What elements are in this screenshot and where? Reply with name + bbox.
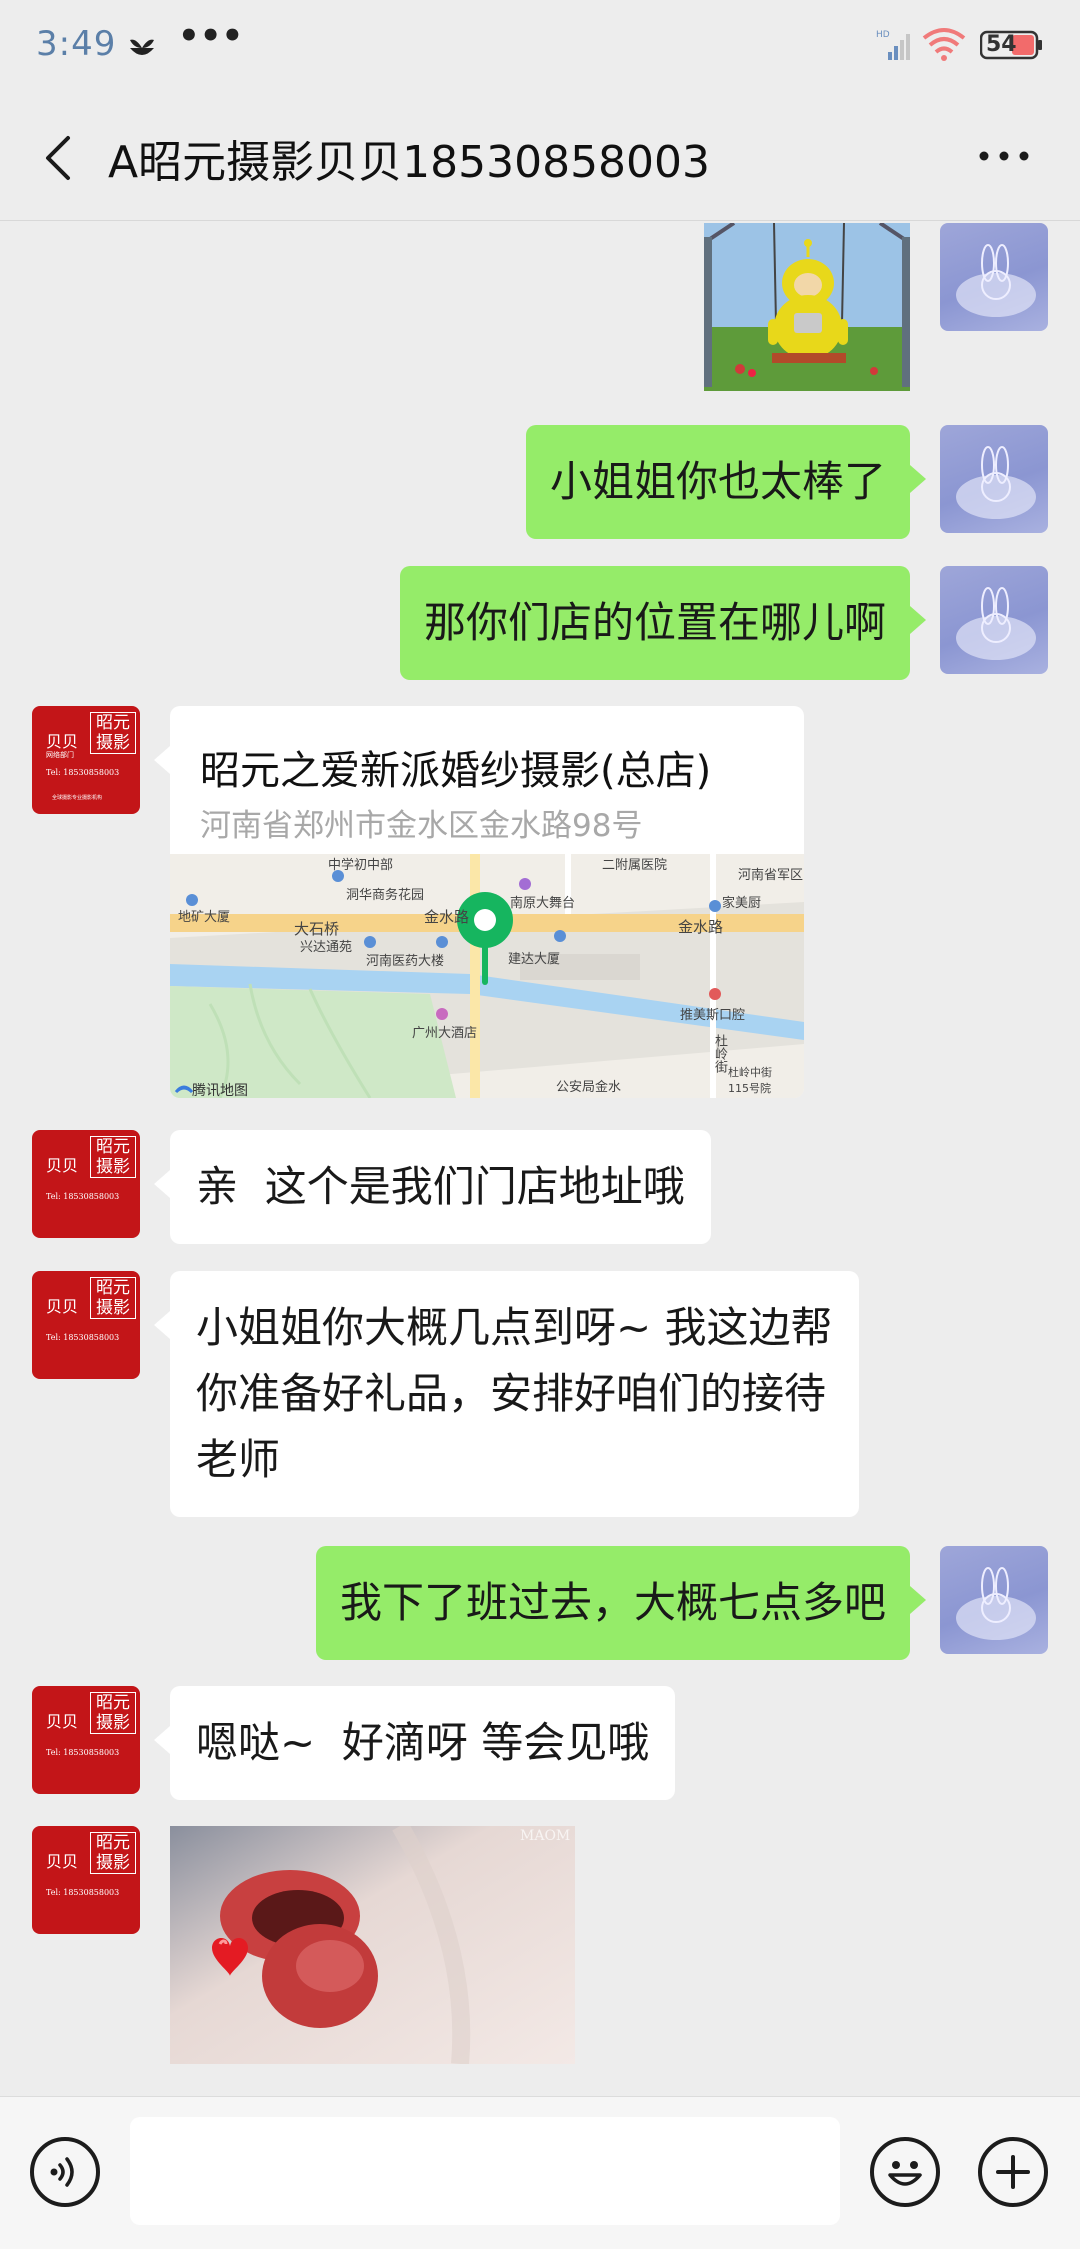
bubble-tail bbox=[154, 746, 170, 774]
more-dots-icon[interactable] bbox=[976, 136, 1032, 176]
map-label: 河南医药大楼 bbox=[366, 954, 445, 969]
signal-icon: HD bbox=[876, 28, 910, 66]
bunny-cloud-icon bbox=[956, 244, 1036, 317]
location-name: 昭元之爱新派婚纱摄影(总店) bbox=[200, 748, 712, 794]
avatar-name: 贝贝 bbox=[46, 732, 79, 751]
map-label: 兴达通苑 bbox=[300, 940, 353, 955]
my-avatar[interactable] bbox=[940, 1546, 1048, 1654]
input-bar bbox=[0, 2096, 1080, 2249]
avatar-name: 贝贝 bbox=[46, 1852, 79, 1871]
avatar-tel: Tel: 18530858003 bbox=[46, 1748, 120, 1757]
avatar-name: 贝贝 bbox=[46, 1156, 79, 1175]
avatar-name: 贝贝 bbox=[46, 1297, 79, 1316]
map-provider-label: 腾讯地图 bbox=[192, 1083, 248, 1098]
avatar-name: 贝贝 bbox=[46, 1712, 79, 1731]
map-label: 南原大舞台 bbox=[510, 896, 576, 911]
message-text: 那你们店的位置在哪儿啊 bbox=[423, 598, 886, 647]
location-address: 河南省郑州市金水区金水路98号 bbox=[200, 808, 643, 844]
message-input[interactable] bbox=[130, 2117, 840, 2225]
message-bubble-me[interactable]: 小姐姐你也太棒了 bbox=[525, 425, 910, 539]
status-dots: ••• bbox=[178, 16, 244, 56]
avatar-brand: 昭元 摄影 bbox=[90, 712, 136, 754]
message-text: 亲 这个是我们门店地址哦 bbox=[196, 1162, 685, 1211]
shop-avatar[interactable]: 昭元 摄影 贝贝 Tel: 18530858003 bbox=[32, 1271, 140, 1379]
bunny-cloud-icon bbox=[956, 587, 1036, 660]
status-time: 3:49 bbox=[36, 24, 117, 64]
map-label: 金水路 bbox=[678, 918, 724, 936]
map-label: 地矿大厦 bbox=[178, 910, 231, 925]
map-label: 二附属医院 bbox=[602, 858, 668, 873]
message-text: 我下了班过去，大概七点多吧 bbox=[339, 1578, 886, 1627]
bubble-tail bbox=[910, 465, 926, 493]
voice-icon[interactable] bbox=[30, 2137, 100, 2207]
chat-header: A昭元摄影贝贝18530858003 bbox=[0, 96, 1080, 221]
map-label: 杜岭街 bbox=[712, 1034, 727, 1073]
map-label: 洞华商务花园 bbox=[346, 888, 425, 903]
message-image-teletubby[interactable] bbox=[704, 223, 910, 391]
my-avatar[interactable] bbox=[940, 425, 1048, 533]
map-label: 中学初中部 bbox=[328, 858, 394, 873]
avatar-footer: 全球摄影专业摄影机构 bbox=[52, 795, 103, 801]
avatar-tel: Tel: 18530858003 bbox=[46, 1192, 120, 1201]
bunny-cloud-icon bbox=[956, 446, 1036, 519]
lips-heart-photo bbox=[170, 1826, 575, 2064]
status-plant-icon bbox=[126, 32, 158, 68]
wifi-icon bbox=[922, 26, 966, 66]
svg-text:HD: HD bbox=[876, 30, 890, 40]
my-avatar[interactable] bbox=[940, 223, 1048, 331]
location-map[interactable]: 中学初中部 洞华商务花园 二附属医院 河南省军区 家美厨 地矿大厦 大石桥 金水… bbox=[170, 854, 804, 1098]
bubble-tail bbox=[910, 1586, 926, 1614]
map-graphic bbox=[170, 854, 804, 1098]
battery-icon: 54 bbox=[979, 30, 1042, 60]
avatar-brand: 昭元 摄影 bbox=[90, 1136, 136, 1178]
shop-avatar[interactable]: 昭元 摄影 贝贝 Tel: 18530858003 bbox=[32, 1826, 140, 1934]
message-bubble-them[interactable]: 亲 这个是我们门店地址哦 bbox=[170, 1130, 711, 1244]
message-text: 嗯哒~ 好滴呀 等会见哦 bbox=[196, 1718, 650, 1767]
status-bar: 3:49 ••• HD 54 bbox=[0, 0, 1080, 96]
bubble-tail bbox=[154, 1170, 170, 1198]
back-arrow-icon[interactable] bbox=[34, 130, 84, 186]
bubble-tail bbox=[154, 1311, 170, 1339]
map-label: 杜岭中街115号院 bbox=[728, 1066, 772, 1095]
avatar-tel: Tel: 18530858003 bbox=[46, 1888, 120, 1897]
avatar-brand: 昭元 摄影 bbox=[90, 1692, 136, 1734]
message-bubble-me[interactable]: 我下了班过去，大概七点多吧 bbox=[315, 1546, 910, 1660]
battery-level: 54 bbox=[986, 32, 1017, 57]
map-label: 金水路 bbox=[424, 908, 470, 926]
map-label: 公安局金水 bbox=[556, 1080, 622, 1095]
message-image-lips[interactable]: MAOM bbox=[170, 1826, 575, 2064]
avatar-tel: Tel: 18530858003 bbox=[46, 1333, 120, 1342]
bubble-tail bbox=[154, 1726, 170, 1754]
message-line: 老师 bbox=[196, 1435, 281, 1484]
image-watermark: MAOM bbox=[520, 1828, 571, 1844]
map-label: 建达大厦 bbox=[508, 952, 561, 967]
map-label: 河南省军区 bbox=[738, 868, 804, 883]
message-line: 你准备好礼品，安排好咱们的接待 bbox=[196, 1369, 827, 1418]
shop-avatar[interactable]: 昭元 摄影 贝贝 Tel: 18530858003 bbox=[32, 1686, 140, 1794]
message-list[interactable]: 小姐姐你也太棒了 那你们店的位置在哪儿啊 昭元 摄影 贝贝 网络部门 Tel: … bbox=[0, 221, 1080, 2096]
avatar-brand: 昭元 摄影 bbox=[90, 1277, 136, 1319]
map-label: 家美厨 bbox=[722, 896, 762, 911]
bubble-tail bbox=[910, 606, 926, 634]
message-bubble-them[interactable]: 嗯哒~ 好滴呀 等会见哦 bbox=[170, 1686, 676, 1800]
avatar-tel: Tel: 18530858003 bbox=[46, 768, 120, 777]
map-label: 广州大酒店 bbox=[412, 1026, 478, 1041]
message-text: 小姐姐你也太棒了 bbox=[549, 457, 886, 506]
avatar-sub: 网络部门 bbox=[46, 751, 74, 759]
plus-icon[interactable] bbox=[978, 2137, 1048, 2207]
location-card[interactable]: 昭元之爱新派婚纱摄影(总店) 河南省郑州市金水区金水路98号 中学初中部 洞华商… bbox=[170, 706, 804, 1098]
my-avatar[interactable] bbox=[940, 566, 1048, 674]
teletubby-swing-sticker bbox=[704, 223, 910, 391]
map-label: 推美斯口腔 bbox=[680, 1008, 746, 1023]
message-bubble-them[interactable]: 小姐姐你大概几点到呀~ 我这边帮 你准备好礼品，安排好咱们的接待 老师 bbox=[170, 1271, 859, 1517]
shop-avatar[interactable]: 昭元 摄影 贝贝 网络部门 Tel: 18530858003 全球摄影专业摄影机… bbox=[32, 706, 140, 814]
avatar-brand: 昭元 摄影 bbox=[90, 1832, 136, 1874]
emoji-icon[interactable] bbox=[870, 2137, 940, 2207]
message-line: 小姐姐你大概几点到呀~ 我这边帮 bbox=[196, 1303, 833, 1352]
bunny-cloud-icon bbox=[956, 1567, 1036, 1640]
chat-title: A昭元摄影贝贝18530858003 bbox=[108, 137, 711, 188]
shop-avatar[interactable]: 昭元 摄影 贝贝 Tel: 18530858003 bbox=[32, 1130, 140, 1238]
message-bubble-me[interactable]: 那你们店的位置在哪儿啊 bbox=[399, 566, 910, 680]
